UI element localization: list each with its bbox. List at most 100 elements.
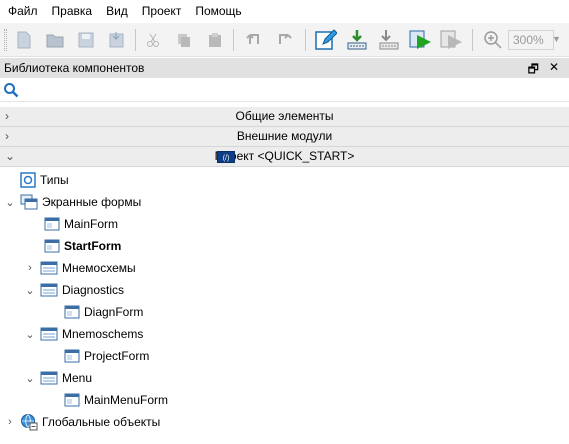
paste-icon xyxy=(209,33,221,47)
form-icon xyxy=(44,217,60,231)
tree-item-screen-forms[interactable]: ⌄ Экранные формы xyxy=(4,191,141,213)
run-button[interactable] xyxy=(409,28,433,52)
tree-item-label: Diagnostics xyxy=(62,283,125,297)
new-file-button[interactable] xyxy=(12,28,36,52)
save-all-icon xyxy=(109,32,124,48)
download-all-icon xyxy=(379,30,399,50)
save-button[interactable] xyxy=(74,28,98,52)
download-button[interactable] xyxy=(345,28,369,52)
tree-item-mainform[interactable]: MainForm xyxy=(44,213,118,235)
search-icon[interactable] xyxy=(3,82,19,98)
paste-button[interactable] xyxy=(203,28,227,52)
section-common-elements[interactable]: › Общие элементы xyxy=(0,107,569,127)
scissors-icon xyxy=(147,33,159,47)
form-icon xyxy=(64,393,80,407)
menu-project[interactable]: Проект xyxy=(137,0,187,23)
tree-item-menu[interactable]: ⌄ Menu xyxy=(24,367,92,389)
panel-title: Библиотека компонентов xyxy=(4,61,145,75)
section-label: Общие элементы xyxy=(235,109,334,123)
tree-item-startform[interactable]: StartForm xyxy=(44,235,121,257)
chevron-down-icon[interactable]: ▼ xyxy=(552,34,561,44)
menubar: Файл Правка Вид Проект Помощь xyxy=(0,0,569,23)
tree-item-label: Menu xyxy=(62,371,93,385)
tree-item-label: MainForm xyxy=(64,217,119,231)
form-icon xyxy=(64,349,80,363)
download-icon xyxy=(347,30,367,50)
tree-item-mnemoschems[interactable]: ⌄ Mnemoschems xyxy=(24,323,143,345)
copy-button[interactable] xyxy=(172,28,196,52)
play-icon xyxy=(409,30,431,49)
menu-help[interactable]: Помощь xyxy=(190,0,246,23)
tree-item-diagnostics[interactable]: ⌄ Diagnostics xyxy=(24,279,124,301)
zoom-in-icon xyxy=(484,31,502,49)
cut-button[interactable] xyxy=(141,28,165,52)
undo-icon xyxy=(246,34,259,44)
save-icon xyxy=(78,32,94,48)
project-icon: (/) xyxy=(217,151,235,163)
edit-button[interactable] xyxy=(314,28,338,52)
tree-item-label: Экранные формы xyxy=(42,195,142,209)
chevron-right-icon[interactable]: › xyxy=(5,107,9,126)
tree-item-global-objects[interactable]: › Глобальные объекты xyxy=(4,411,160,433)
forms-folder-icon xyxy=(20,194,38,210)
chevron-right-icon[interactable]: › xyxy=(5,127,9,146)
run-disabled-button[interactable] xyxy=(440,28,464,52)
tree-item-types[interactable]: Типы xyxy=(8,169,69,191)
tree-item-label: ProjectForm xyxy=(84,349,150,363)
toolbar-separator xyxy=(472,29,473,51)
section-label: Внешние модули xyxy=(236,129,333,143)
tree-item-label: StartForm xyxy=(64,239,122,253)
section-external-modules[interactable]: › Внешние модули xyxy=(0,127,569,147)
section-project[interactable]: ⌄ (/) Проект <QUICK_START> xyxy=(0,147,569,167)
tree-item-diagnform[interactable]: DiagnForm xyxy=(64,301,143,323)
tree-item-mnemoschemes[interactable]: › Мнемосхемы xyxy=(24,257,136,279)
chevron-right-icon[interactable]: › xyxy=(4,416,16,428)
edit-pencil-icon xyxy=(315,29,337,50)
copy-icon xyxy=(178,34,190,47)
redo-icon xyxy=(279,34,292,44)
save-all-button[interactable] xyxy=(104,28,128,52)
tree-item-label: DiagnForm xyxy=(84,305,144,319)
tree-item-label: Мнемосхемы xyxy=(62,261,136,275)
panel-header: Библиотека компонентов 🗗 ✕ xyxy=(0,58,569,78)
zoom-in-button[interactable] xyxy=(481,28,505,52)
toolbar-separator xyxy=(305,29,306,51)
globe-icon xyxy=(21,414,38,431)
tree-item-label: Глобальные объекты xyxy=(42,415,161,429)
tree-item-label: Типы xyxy=(40,173,69,187)
toolbar: 300% ▼ xyxy=(0,23,569,57)
svg-text:(/): (/) xyxy=(223,155,230,162)
chevron-right-icon[interactable]: › xyxy=(24,262,36,274)
group-icon xyxy=(40,371,58,385)
toolbar-grip[interactable] xyxy=(4,29,7,51)
open-folder-icon xyxy=(46,34,64,48)
download-all-button[interactable] xyxy=(377,28,401,52)
menu-file[interactable]: Файл xyxy=(3,0,43,23)
chevron-down-icon[interactable]: ⌄ xyxy=(24,372,36,385)
chevron-down-icon[interactable]: ⌄ xyxy=(5,147,15,166)
chevron-down-icon[interactable]: ⌄ xyxy=(24,284,36,297)
open-button[interactable] xyxy=(43,28,67,52)
menu-edit[interactable]: Правка xyxy=(47,0,98,23)
tree-item-mainmenuform[interactable]: MainMenuForm xyxy=(64,389,168,411)
toolbar-separator xyxy=(233,29,234,51)
form-icon xyxy=(64,305,80,319)
section-label: Проект <QUICK_START> xyxy=(214,149,355,163)
new-file-icon xyxy=(17,31,31,49)
form-icon xyxy=(44,239,60,253)
tree-item-projectform[interactable]: ProjectForm xyxy=(64,345,149,367)
chevron-down-icon[interactable]: ⌄ xyxy=(4,196,16,209)
group-icon xyxy=(40,261,58,275)
toolbar-separator xyxy=(135,29,136,51)
search-row[interactable] xyxy=(0,78,569,102)
group-icon xyxy=(40,283,58,297)
tree-item-label: MainMenuForm xyxy=(84,393,169,407)
group-icon xyxy=(40,327,58,341)
types-icon xyxy=(20,172,36,188)
play-disabled-icon xyxy=(440,30,462,49)
zoom-select[interactable]: 300% xyxy=(508,30,554,50)
chevron-down-icon[interactable]: ⌄ xyxy=(24,328,36,341)
redo-button[interactable] xyxy=(272,28,296,52)
undo-button[interactable] xyxy=(242,28,266,52)
menu-view[interactable]: Вид xyxy=(101,0,133,23)
